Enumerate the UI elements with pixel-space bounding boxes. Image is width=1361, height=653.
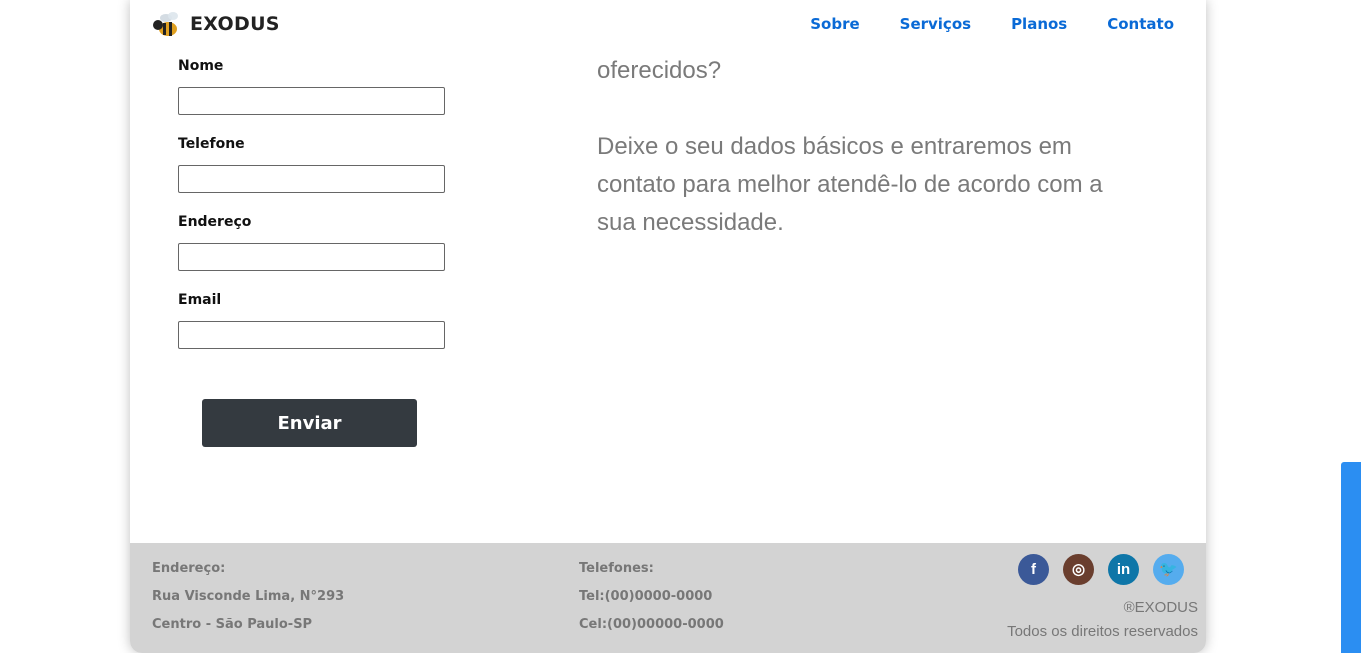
copyright-brand: ®EXODUS [1123, 599, 1198, 616]
address-line1: Rua Visconde Lima, N°293 [152, 589, 345, 604]
nome-label: Nome [178, 58, 224, 74]
phone-tel: Tel:(00)0000-0000 [579, 589, 713, 604]
scrollbar-thumb[interactable] [1341, 462, 1361, 653]
footer-address: Endereço: Rua Visconde Lima, N°293 Centr… [152, 561, 344, 645]
endereco-label: Endereço [178, 214, 252, 230]
nav-links: Sobre Serviços Planos Contato [810, 15, 1174, 33]
top-navbar: EXODUS Sobre Serviços Planos Contato [130, 0, 1206, 50]
social-links: f ◎ in 🐦 [1018, 554, 1184, 585]
facebook-icon[interactable]: f [1018, 554, 1049, 585]
rights-text: Todos os direitos reservados [1007, 623, 1198, 640]
linkedin-icon[interactable]: in [1108, 554, 1139, 585]
page-container: oferecidos? Deixe o seu dados básicos e … [130, 0, 1206, 653]
telefone-label: Telefone [178, 136, 245, 152]
phones-heading: Telefones: [579, 561, 654, 576]
intro-text: oferecidos? Deixe o seu dados básicos e … [597, 28, 1137, 280]
address-line2: Centro - São Paulo-SP [152, 617, 313, 632]
twitter-icon[interactable]: 🐦 [1153, 554, 1184, 585]
instagram-icon[interactable]: ◎ [1063, 554, 1094, 585]
nav-item-contato[interactable]: Contato [1107, 15, 1174, 33]
nav-item-planos[interactable]: Planos [1011, 15, 1067, 33]
footer-phones: Telefones: Tel:(00)0000-0000 Cel:(00)000… [579, 561, 724, 645]
copyright: ®EXODUS Todos os direitos reservados [1007, 596, 1198, 644]
address-heading: Endereço: [152, 561, 226, 576]
telefone-input[interactable] [178, 165, 445, 193]
bee-icon[interactable] [148, 7, 184, 43]
intro-question-end: oferecidos? [597, 57, 722, 84]
nav-item-servicos[interactable]: Serviços [900, 15, 971, 33]
nome-input[interactable] [178, 87, 445, 115]
brand-name[interactable]: EXODUS [190, 13, 280, 35]
email-input[interactable] [178, 321, 445, 349]
phone-cel: Cel:(00)00000-0000 [579, 617, 724, 632]
nav-item-sobre[interactable]: Sobre [810, 15, 859, 33]
intro-paragraph: Deixe o seu dados básicos e entraremos e… [597, 133, 1103, 236]
endereco-input[interactable] [178, 243, 445, 271]
email-label: Email [178, 292, 222, 308]
footer: Endereço: Rua Visconde Lima, N°293 Centr… [130, 543, 1206, 653]
send-button[interactable]: Enviar [202, 399, 417, 447]
